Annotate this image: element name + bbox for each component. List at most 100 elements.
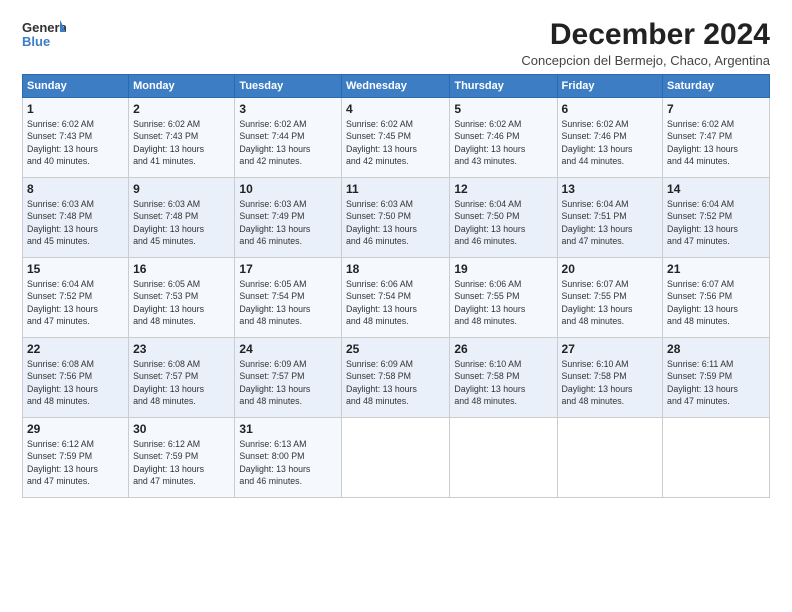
day-info: Sunrise: 6:02 AM Sunset: 7:47 PM Dayligh… [667, 119, 738, 166]
calendar-cell: 1 Sunrise: 6:02 AM Sunset: 7:43 PM Daylig… [23, 98, 129, 178]
day-number: 5 [454, 102, 552, 116]
day-info: Sunrise: 6:03 AM Sunset: 7:50 PM Dayligh… [346, 199, 417, 246]
calendar-table: SundayMondayTuesdayWednesdayThursdayFrid… [22, 74, 770, 498]
day-number: 27 [562, 342, 659, 356]
col-header-friday: Friday [557, 75, 663, 98]
calendar-cell: 25Sunrise: 6:09 AM Sunset: 7:58 PM Dayli… [341, 338, 449, 418]
day-number: 12 [454, 182, 552, 196]
day-info: Sunrise: 6:13 AM Sunset: 8:00 PM Dayligh… [239, 439, 310, 486]
day-info: Sunrise: 6:05 AM Sunset: 7:54 PM Dayligh… [239, 279, 310, 326]
day-info: Sunrise: 6:10 AM Sunset: 7:58 PM Dayligh… [454, 359, 525, 406]
day-number: 11 [346, 182, 445, 196]
calendar-cell: 30Sunrise: 6:12 AM Sunset: 7:59 PM Dayli… [129, 418, 235, 498]
day-info: Sunrise: 6:07 AM Sunset: 7:55 PM Dayligh… [562, 279, 633, 326]
calendar-page: General Blue December 2024 Concepcion de… [0, 0, 792, 612]
calendar-cell: 31 Sunrise: 6:13 AM Sunset: 8:00 PM Dayli… [235, 418, 342, 498]
day-number: 1 [27, 102, 124, 116]
calendar-cell: 10 Sunrise: 6:03 AM Sunset: 7:49 PM Dayli… [235, 178, 342, 258]
calendar-cell: 14Sunrise: 6:04 AM Sunset: 7:52 PM Dayli… [663, 178, 770, 258]
col-header-monday: Monday [129, 75, 235, 98]
calendar-cell [341, 418, 449, 498]
calendar-cell: 12 Sunrise: 6:04 AM Sunset: 7:50 PM Dayli… [450, 178, 557, 258]
day-info: Sunrise: 6:10 AM Sunset: 7:58 PM Dayligh… [562, 359, 633, 406]
calendar-cell: 23 Sunrise: 6:08 AM Sunset: 7:57 PM Dayli… [129, 338, 235, 418]
day-info: Sunrise: 6:02 AM Sunset: 7:46 PM Dayligh… [454, 119, 525, 166]
day-number: 14 [667, 182, 765, 196]
day-number: 21 [667, 262, 765, 276]
logo-svg: General Blue [22, 18, 66, 54]
day-info: Sunrise: 6:05 AM Sunset: 7:53 PM Dayligh… [133, 279, 204, 326]
title-block: December 2024 Concepcion del Bermejo, Ch… [521, 18, 770, 68]
calendar-cell: 15Sunrise: 6:04 AM Sunset: 7:52 PM Dayli… [23, 258, 129, 338]
day-number: 22 [27, 342, 124, 356]
day-info: Sunrise: 6:03 AM Sunset: 7:49 PM Dayligh… [239, 199, 310, 246]
day-number: 30 [133, 422, 230, 436]
main-title: December 2024 [521, 18, 770, 51]
calendar-cell: 28 Sunrise: 6:11 AM Sunset: 7:59 PM Dayli… [663, 338, 770, 418]
calendar-cell [557, 418, 663, 498]
calendar-week-row: 15Sunrise: 6:04 AM Sunset: 7:52 PM Dayli… [23, 258, 770, 338]
col-header-sunday: Sunday [23, 75, 129, 98]
day-info: Sunrise: 6:11 AM Sunset: 7:59 PM Dayligh… [667, 359, 738, 406]
day-info: Sunrise: 6:03 AM Sunset: 7:48 PM Dayligh… [27, 199, 98, 246]
calendar-cell: 29 Sunrise: 6:12 AM Sunset: 7:59 PM Dayli… [23, 418, 129, 498]
col-header-saturday: Saturday [663, 75, 770, 98]
day-number: 16 [133, 262, 230, 276]
day-info: Sunrise: 6:03 AM Sunset: 7:48 PM Dayligh… [133, 199, 204, 246]
day-number: 13 [562, 182, 659, 196]
day-info: Sunrise: 6:04 AM Sunset: 7:52 PM Dayligh… [27, 279, 98, 326]
day-number: 26 [454, 342, 552, 356]
day-number: 31 [239, 422, 337, 436]
day-number: 24 [239, 342, 337, 356]
day-number: 10 [239, 182, 337, 196]
day-number: 17 [239, 262, 337, 276]
day-number: 28 [667, 342, 765, 356]
day-info: Sunrise: 6:08 AM Sunset: 7:57 PM Dayligh… [133, 359, 204, 406]
calendar-cell: 9 Sunrise: 6:03 AM Sunset: 7:48 PM Daylig… [129, 178, 235, 258]
calendar-cell: 18 Sunrise: 6:06 AM Sunset: 7:54 PM Dayli… [341, 258, 449, 338]
calendar-cell: 27 Sunrise: 6:10 AM Sunset: 7:58 PM Dayli… [557, 338, 663, 418]
col-header-tuesday: Tuesday [235, 75, 342, 98]
header: General Blue December 2024 Concepcion de… [22, 18, 770, 68]
day-number: 2 [133, 102, 230, 116]
day-number: 18 [346, 262, 445, 276]
logo: General Blue [22, 18, 66, 54]
calendar-cell: 22Sunrise: 6:08 AM Sunset: 7:56 PM Dayli… [23, 338, 129, 418]
subtitle: Concepcion del Bermejo, Chaco, Argentina [521, 53, 770, 68]
calendar-cell: 4 Sunrise: 6:02 AM Sunset: 7:45 PM Daylig… [341, 98, 449, 178]
calendar-cell: 13Sunrise: 6:04 AM Sunset: 7:51 PM Dayli… [557, 178, 663, 258]
calendar-cell: 5 Sunrise: 6:02 AM Sunset: 7:46 PM Daylig… [450, 98, 557, 178]
day-info: Sunrise: 6:12 AM Sunset: 7:59 PM Dayligh… [27, 439, 98, 486]
day-info: Sunrise: 6:02 AM Sunset: 7:46 PM Dayligh… [562, 119, 633, 166]
calendar-cell: 24 Sunrise: 6:09 AM Sunset: 7:57 PM Dayli… [235, 338, 342, 418]
day-info: Sunrise: 6:09 AM Sunset: 7:57 PM Dayligh… [239, 359, 310, 406]
day-info: Sunrise: 6:06 AM Sunset: 7:54 PM Dayligh… [346, 279, 417, 326]
calendar-cell [663, 418, 770, 498]
day-number: 9 [133, 182, 230, 196]
calendar-cell: 6 Sunrise: 6:02 AM Sunset: 7:46 PM Daylig… [557, 98, 663, 178]
day-number: 29 [27, 422, 124, 436]
day-number: 23 [133, 342, 230, 356]
calendar-cell [450, 418, 557, 498]
day-info: Sunrise: 6:04 AM Sunset: 7:50 PM Dayligh… [454, 199, 525, 246]
calendar-cell: 17 Sunrise: 6:05 AM Sunset: 7:54 PM Dayli… [235, 258, 342, 338]
day-info: Sunrise: 6:09 AM Sunset: 7:58 PM Dayligh… [346, 359, 417, 406]
calendar-cell: 16 Sunrise: 6:05 AM Sunset: 7:53 PM Dayli… [129, 258, 235, 338]
calendar-week-row: 8Sunrise: 6:03 AM Sunset: 7:48 PM Daylig… [23, 178, 770, 258]
day-number: 19 [454, 262, 552, 276]
day-number: 7 [667, 102, 765, 116]
day-number: 6 [562, 102, 659, 116]
calendar-header-row: SundayMondayTuesdayWednesdayThursdayFrid… [23, 75, 770, 98]
day-info: Sunrise: 6:02 AM Sunset: 7:45 PM Dayligh… [346, 119, 417, 166]
day-number: 4 [346, 102, 445, 116]
day-info: Sunrise: 6:02 AM Sunset: 7:43 PM Dayligh… [27, 119, 98, 166]
calendar-cell: 8Sunrise: 6:03 AM Sunset: 7:48 PM Daylig… [23, 178, 129, 258]
svg-text:Blue: Blue [22, 34, 50, 49]
calendar-cell: 20Sunrise: 6:07 AM Sunset: 7:55 PM Dayli… [557, 258, 663, 338]
calendar-cell: 19 Sunrise: 6:06 AM Sunset: 7:55 PM Dayli… [450, 258, 557, 338]
calendar-week-row: 29 Sunrise: 6:12 AM Sunset: 7:59 PM Dayli… [23, 418, 770, 498]
calendar-week-row: 1 Sunrise: 6:02 AM Sunset: 7:43 PM Daylig… [23, 98, 770, 178]
col-header-wednesday: Wednesday [341, 75, 449, 98]
day-info: Sunrise: 6:06 AM Sunset: 7:55 PM Dayligh… [454, 279, 525, 326]
day-number: 3 [239, 102, 337, 116]
